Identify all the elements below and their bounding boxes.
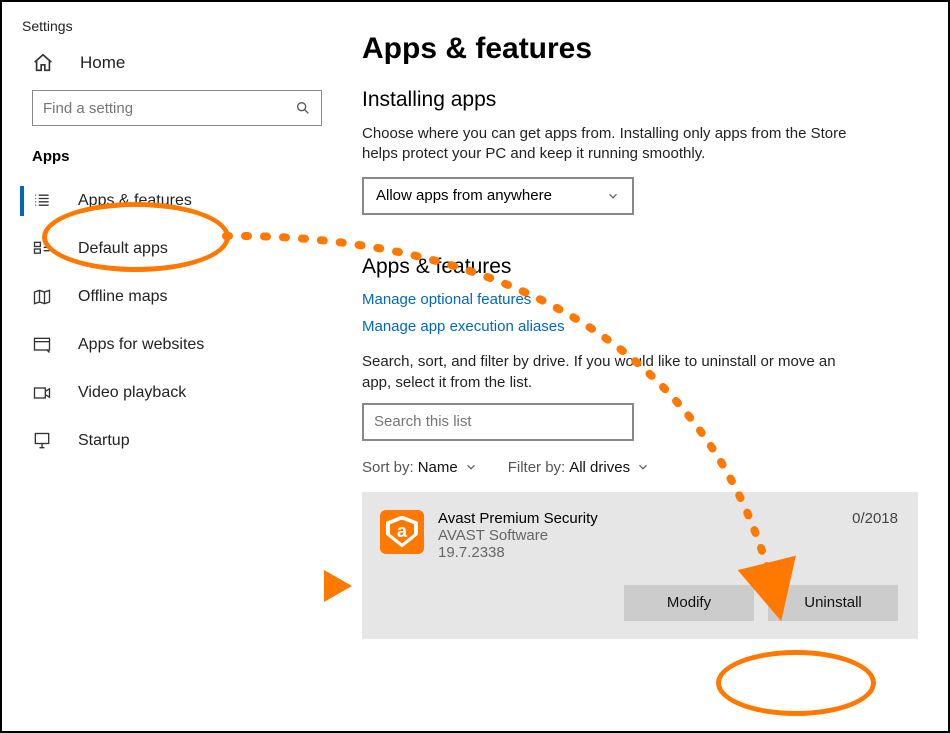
installing-apps-desc: Choose where you can get apps from. Inst… xyxy=(362,124,882,165)
search-icon xyxy=(295,100,311,116)
sidebar-item-label: Default apps xyxy=(78,240,168,258)
app-icon: a xyxy=(380,510,424,554)
app-name: Avast Premium Security xyxy=(438,510,852,527)
sidebar-item-offline-maps[interactable]: Offline maps xyxy=(2,273,342,321)
sidebar-section-head: Apps xyxy=(2,140,342,177)
sidebar-item-label: Startup xyxy=(78,432,130,450)
sidebar-item-label: Apps & features xyxy=(78,192,192,210)
sidebar-item-default-apps[interactable]: Default apps xyxy=(2,225,342,273)
video-icon xyxy=(32,383,52,403)
sidebar-item-startup[interactable]: Startup xyxy=(2,417,342,465)
app-list-search-input[interactable] xyxy=(374,413,622,430)
main-content: Apps & features Installing apps Choose w… xyxy=(342,2,948,731)
filter-value: All drives xyxy=(569,459,630,476)
sidebar-item-label: Offline maps xyxy=(78,288,168,306)
sort-value: Name xyxy=(418,459,458,476)
chevron-down-icon xyxy=(636,460,650,474)
list-description: Search, sort, and filter by drive. If yo… xyxy=(362,351,862,393)
app-card[interactable]: a Avast Premium Security AVAST Software … xyxy=(362,492,918,639)
home-icon xyxy=(32,52,54,74)
defaults-icon xyxy=(32,239,52,259)
sidebar-item-label: Apps for websites xyxy=(78,336,204,354)
app-install-date: 0/2018 xyxy=(852,510,898,527)
installing-apps-head: Installing apps xyxy=(362,88,918,112)
home-nav[interactable]: Home xyxy=(2,38,342,88)
page-title: Apps & features xyxy=(362,32,918,66)
settings-search-input[interactable] xyxy=(43,100,295,117)
chevron-down-icon xyxy=(464,460,478,474)
map-icon xyxy=(32,287,52,307)
sidebar-item-apps-features[interactable]: Apps & features xyxy=(2,177,342,225)
sort-filter-row: Sort by: Name Filter by: All drives xyxy=(362,459,918,476)
filter-by-control[interactable]: Filter by: All drives xyxy=(508,459,650,476)
sidebar: Settings Home Apps Apps & features Defa xyxy=(2,2,342,731)
modify-button[interactable]: Modify xyxy=(624,585,754,621)
home-label: Home xyxy=(80,53,125,73)
settings-search[interactable] xyxy=(32,90,322,126)
dropdown-value: Allow apps from anywhere xyxy=(376,187,552,204)
app-publisher: AVAST Software xyxy=(438,527,852,544)
install-source-dropdown[interactable]: Allow apps from anywhere xyxy=(362,177,634,215)
sidebar-item-label: Video playback xyxy=(78,384,186,402)
sidebar-item-apps-for-websites[interactable]: Apps for websites xyxy=(2,321,342,369)
filter-label: Filter by: xyxy=(508,459,566,476)
app-version: 19.7.2338 xyxy=(438,544,852,561)
website-icon xyxy=(32,335,52,355)
sort-label: Sort by: xyxy=(362,459,414,476)
chevron-down-icon xyxy=(606,189,620,203)
uninstall-button[interactable]: Uninstall xyxy=(768,585,898,621)
sort-by-control[interactable]: Sort by: Name xyxy=(362,459,478,476)
app-list-search[interactable] xyxy=(362,403,634,441)
window-title: Settings xyxy=(2,10,342,38)
link-execution-aliases[interactable]: Manage app execution aliases xyxy=(362,318,918,335)
apps-features-head: Apps & features xyxy=(362,255,918,279)
link-optional-features[interactable]: Manage optional features xyxy=(362,291,918,308)
sidebar-item-video-playback[interactable]: Video playback xyxy=(2,369,342,417)
startup-icon xyxy=(32,431,52,451)
list-icon xyxy=(32,191,52,211)
